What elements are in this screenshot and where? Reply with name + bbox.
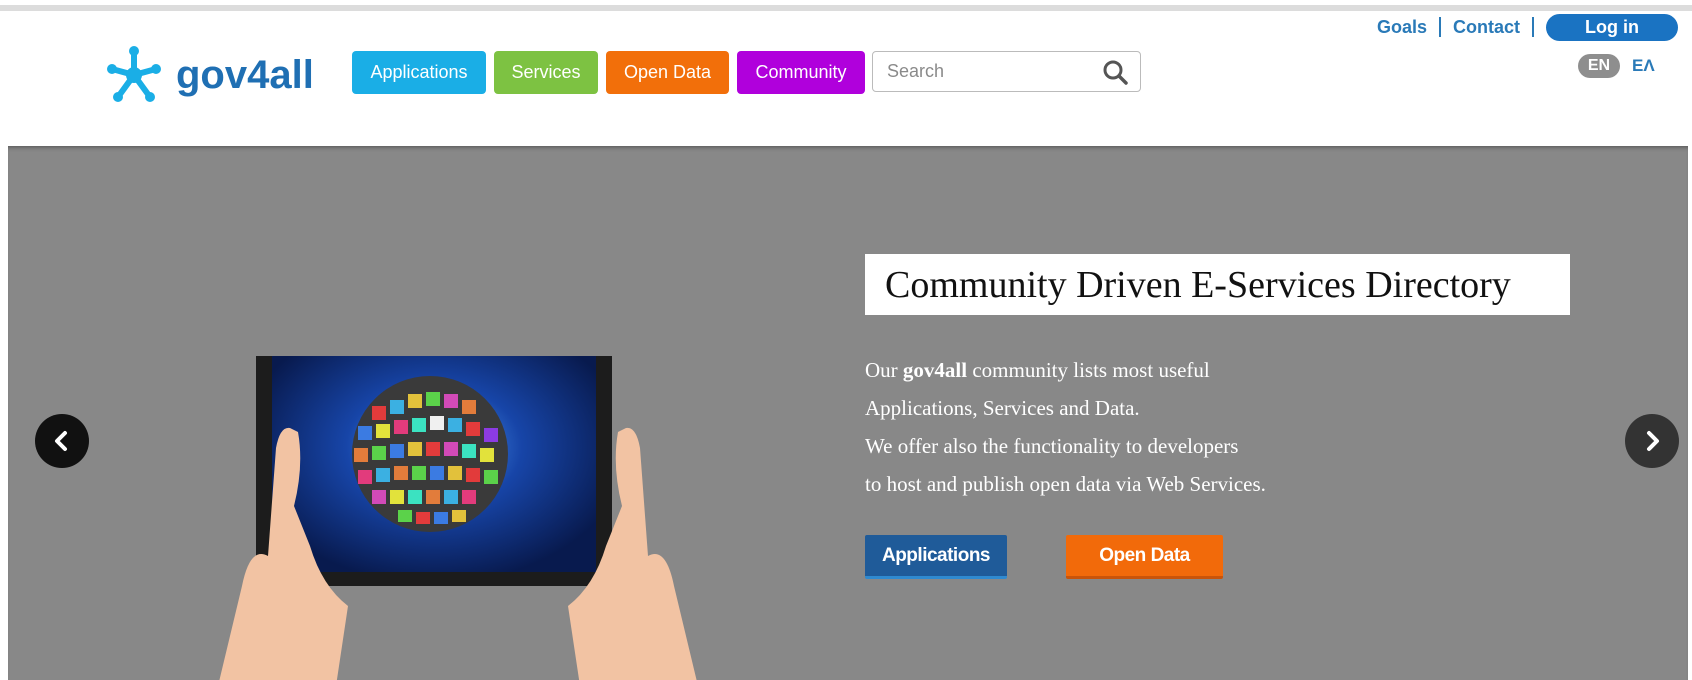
hero-text-post: community lists most useful: [967, 358, 1210, 382]
logo-text: gov4all: [176, 52, 314, 97]
divider: [1532, 17, 1534, 37]
search-icon[interactable]: [1102, 59, 1128, 85]
login-button[interactable]: Log in: [1546, 13, 1678, 41]
lang-el-button[interactable]: ΕΛ: [1632, 56, 1655, 76]
chevron-left-icon: [55, 431, 67, 451]
site-logo[interactable]: gov4all: [104, 45, 314, 105]
hero-description: Our gov4all community lists most useful …: [865, 351, 1385, 503]
hero-text-brand: gov4all: [902, 358, 968, 382]
hero-text-line-2: Applications, Services and Data.: [865, 396, 1140, 420]
nav-community-button[interactable]: Community: [737, 51, 865, 94]
language-switcher: EN ΕΛ: [1578, 54, 1655, 78]
main-nav: Applications Services Open Data Communit…: [352, 51, 865, 94]
top-links: Goals Contact Log in: [1365, 13, 1692, 41]
hero-applications-button[interactable]: Applications: [865, 535, 1007, 579]
nav-open-data-button[interactable]: Open Data: [606, 51, 729, 94]
network-star-icon: [107, 46, 161, 102]
search-input[interactable]: [873, 61, 1093, 82]
carousel-prev-button[interactable]: [35, 414, 89, 468]
carousel-next-button[interactable]: [1625, 414, 1679, 468]
hero-text-line-3: We offer also the functionality to devel…: [865, 434, 1239, 458]
nav-applications-button[interactable]: Applications: [352, 51, 486, 94]
site-header: gov4all Applications Services Open Data …: [0, 11, 1692, 146]
search-box: [872, 51, 1141, 92]
lang-en-button[interactable]: EN: [1578, 54, 1620, 78]
tablet-globe-image: [219, 356, 697, 680]
hero-open-data-button[interactable]: Open Data: [1066, 535, 1223, 579]
hero-carousel: Community Driven E-Services Directory Ou…: [8, 146, 1688, 680]
contact-link[interactable]: Contact: [1441, 17, 1532, 38]
hero-text-line-4: to host and publish open data via Web Se…: [865, 472, 1266, 496]
goals-link[interactable]: Goals: [1365, 17, 1439, 38]
hero-text-line-1: Our gov4all community lists most useful: [865, 351, 1385, 389]
nav-services-button[interactable]: Services: [494, 51, 598, 94]
hero-text-pre: Our: [865, 358, 903, 382]
chevron-right-icon: [1647, 431, 1659, 451]
hero-title: Community Driven E-Services Directory: [865, 254, 1570, 315]
